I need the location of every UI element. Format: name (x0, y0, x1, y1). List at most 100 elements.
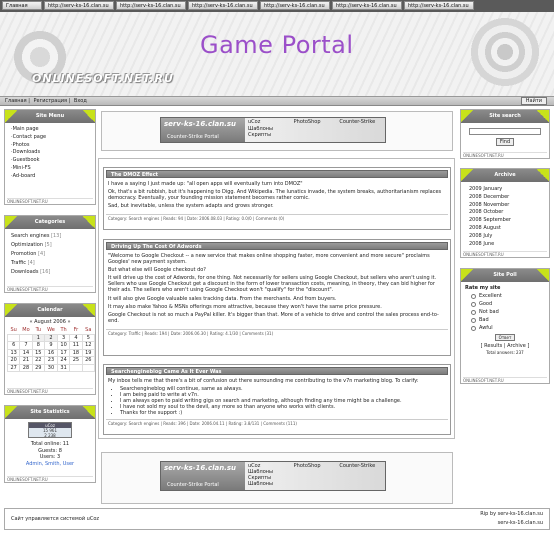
post-title[interactable]: Driving Up The Cost Of Adwords (106, 242, 448, 250)
top-tab-link[interactable]: http://serv-ks-16.clan.su (332, 1, 402, 10)
post-dmoz-effect: The DMOZ Effect I have a saying I just m… (103, 167, 451, 230)
weekday-header: Tu (35, 327, 42, 334)
menu-item-contact[interactable]: Contact page (11, 134, 89, 142)
poll-results-links[interactable]: [ Results | Archive ] (461, 343, 549, 349)
calendar-day[interactable]: 17 (56, 348, 71, 357)
banner-logo-text: serv-ks-16.clan.su (164, 464, 237, 472)
poll-option-awful[interactable]: Awful (461, 324, 549, 332)
calendar-day[interactable]: 6 (6, 341, 21, 350)
top-tab-link[interactable]: http://serv-ks-16.clan.su (260, 1, 330, 10)
calendar-day[interactable]: 2 (43, 333, 58, 342)
calendar-day[interactable]: 3 (56, 333, 71, 342)
calendar-day[interactable]: 26 (81, 356, 96, 365)
top-tab-link[interactable]: http://serv-ks-16.clan.su (116, 1, 186, 10)
menu-item-adboard[interactable]: Ad-board (11, 173, 89, 181)
radio-button[interactable] (471, 317, 476, 323)
radio-button[interactable] (471, 293, 476, 299)
nav-search-button[interactable]: Найти (520, 97, 547, 105)
calendar-day[interactable]: 18 (69, 348, 83, 357)
menu-item-guestbook[interactable]: Guestbook (11, 157, 89, 165)
top-tab-link[interactable]: http://serv-ks-16.clan.su (188, 1, 258, 10)
category-search-engines[interactable]: Search engines (11, 233, 49, 239)
footer-powered-by[interactable]: Сайт управляется системой uCoz (11, 516, 99, 522)
banner-link-templates-2[interactable]: Шаблоны (248, 481, 291, 488)
online-user-names[interactable]: Admin, Smith, User (5, 461, 95, 468)
archive-item[interactable]: 2008 October (469, 209, 541, 217)
calendar-day[interactable]: 15 (31, 348, 45, 357)
category-promotion[interactable]: Promotion (11, 251, 36, 257)
archive-item[interactable]: 2008 July (469, 233, 541, 241)
calendar-day[interactable]: 31 (56, 363, 71, 372)
archive-item[interactable]: 2008 June (469, 241, 541, 249)
category-traffic[interactable]: Traffic (11, 260, 26, 266)
radio-button[interactable] (471, 325, 476, 331)
archive-item[interactable]: 2008 November (469, 202, 541, 210)
calendar-day[interactable]: 1 (31, 333, 45, 342)
banner-link-scripts[interactable]: Скрипты (248, 133, 291, 140)
nav-link-register[interactable]: Регистрация (33, 98, 67, 104)
post-title[interactable]: Searchengineblog Came As It Ever Was (106, 367, 448, 375)
post-title[interactable]: The DMOZ Effect (106, 170, 448, 178)
archive-item[interactable]: 2009 January (469, 186, 541, 194)
top-tab-home[interactable]: Главная (2, 1, 42, 10)
calendar-day[interactable]: 9 (43, 341, 58, 350)
calendar-day[interactable]: 21 (19, 356, 33, 365)
top-tab-link[interactable]: http://serv-ks-16.clan.su (404, 1, 474, 10)
calendar-day[interactable]: 23 (43, 356, 58, 365)
poll-option-excellent[interactable]: Excellent (461, 292, 549, 300)
banner-link-photoshop[interactable]: PhotoShop (294, 119, 337, 127)
radio-button[interactable] (471, 309, 476, 315)
banner-logo[interactable]: serv-ks-16.clan.su Counter-Strike Portal (161, 118, 245, 142)
menu-item-downloads[interactable]: Downloads (11, 149, 89, 157)
archive-item[interactable]: 2008 September (469, 217, 541, 225)
box-footer: ONLINESOFT.NET.RU (463, 152, 547, 158)
calendar-day[interactable]: 29 (31, 363, 45, 372)
calendar-day[interactable]: 16 (43, 348, 58, 357)
nav-link-login[interactable]: Вход (74, 98, 87, 104)
page-footer: Сайт управляется системой uCoz Rip by se… (4, 508, 550, 530)
category-optimization[interactable]: Optimization (11, 242, 43, 248)
calendar-day[interactable]: 19 (81, 348, 96, 357)
search-button[interactable]: Find (496, 138, 514, 146)
poll-option-good[interactable]: Good (461, 300, 549, 308)
banner-link-counterstrike[interactable]: Counter-Strike (339, 119, 382, 127)
archive-item[interactable]: 2008 December (469, 194, 541, 202)
menu-item-minifs[interactable]: Mini-FS (11, 165, 89, 173)
calendar-day[interactable]: 22 (31, 356, 45, 365)
footer-site-link[interactable]: serv-ks-16.clan.su (498, 520, 543, 526)
calendar-day[interactable]: 8 (31, 341, 45, 350)
banner-block[interactable]: serv-ks-16.clan.su Counter-Strike Portal… (160, 461, 386, 491)
hit-counter[interactable]: uCoz 15 961 2 238 (28, 422, 72, 438)
radio-button[interactable] (471, 301, 476, 307)
calendar-day[interactable]: 30 (43, 363, 58, 372)
banner-logo-text: serv-ks-16.clan.su (164, 120, 237, 128)
poll-option-label: Bad (479, 317, 489, 323)
poll-option-bad[interactable]: Bad (461, 316, 549, 324)
category-downloads[interactable]: Downloads (11, 269, 38, 275)
menu-item-main[interactable]: Main page (11, 126, 89, 134)
calendar-day[interactable]: 10 (56, 341, 71, 350)
calendar-day[interactable]: 20 (6, 356, 21, 365)
calendar-day[interactable]: 24 (56, 356, 71, 365)
nav-link-home[interactable]: Главная (5, 98, 27, 104)
banner-block[interactable]: serv-ks-16.clan.su Counter-Strike Portal… (160, 117, 386, 143)
poll-vote-button[interactable]: Ответ (495, 334, 515, 341)
archive-item[interactable]: 2008 August (469, 225, 541, 233)
calendar-month-nav[interactable]: « August 2006 » (5, 319, 95, 325)
calendar-day[interactable]: 5 (81, 333, 96, 342)
calendar-day[interactable]: 11 (69, 341, 83, 350)
calendar-day[interactable]: 12 (81, 341, 96, 350)
menu-item-photos[interactable]: Photos (11, 142, 89, 150)
calendar-day[interactable]: 4 (69, 333, 83, 342)
banner-logo[interactable]: serv-ks-16.clan.su Counter-Strike Portal (161, 462, 245, 490)
calendar-day[interactable]: 28 (19, 363, 33, 372)
calendar-day[interactable]: 14 (19, 348, 33, 357)
poll-option-not-bad[interactable]: Not bad (461, 308, 549, 316)
calendar-day[interactable]: 7 (19, 341, 33, 350)
calendar-day[interactable]: 27 (6, 363, 21, 372)
search-input[interactable] (469, 128, 541, 135)
calendar-day[interactable]: 25 (69, 356, 83, 365)
top-tab-link[interactable]: http://serv-ks-16.clan.su (44, 1, 114, 10)
site-menu-title: Site Menu (5, 110, 95, 123)
calendar-day[interactable]: 13 (6, 348, 21, 357)
